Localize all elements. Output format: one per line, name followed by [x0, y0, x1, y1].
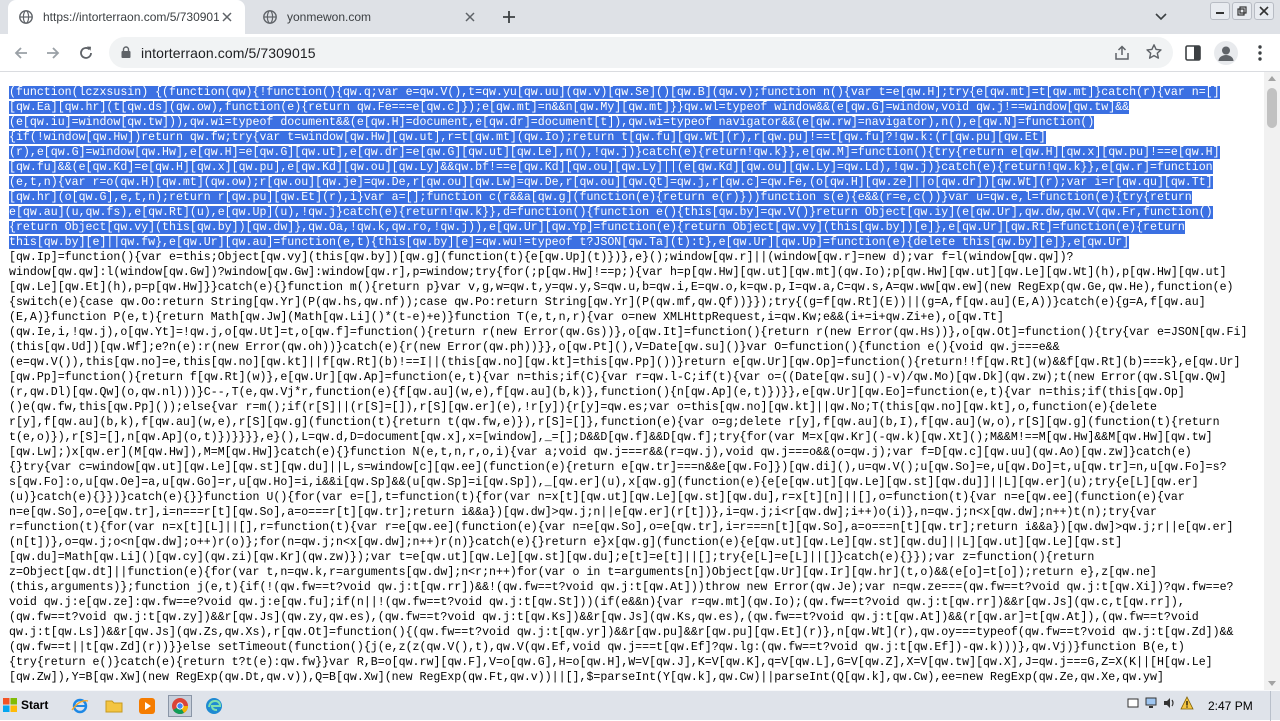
network-icon[interactable] — [1144, 696, 1158, 710]
code-line: window[qw.qw]:l(window[qw.Gw])?window[qw… — [9, 266, 1227, 279]
scrollbar-thumb[interactable] — [1267, 88, 1277, 128]
source-text[interactable]: (function(lczxsusin) {(function(qw){!fun… — [9, 85, 1261, 685]
selected-code-line: [qw.hr](o[qw.G],e,t,n);return r[qw.pu][q… — [9, 191, 1192, 204]
code-line: (this[qw.Ud])[qw.Wf];e?n(e):r(new Error(… — [9, 341, 1060, 354]
code-line: {switch(e){case qw.Oo:return String[qw.Y… — [9, 296, 1206, 309]
code-line: (qw.fw==t||t[qw.Zd](r))}}else setTimeout… — [9, 641, 1185, 654]
action-center-icon[interactable] — [1126, 696, 1140, 710]
globe-icon — [18, 9, 34, 25]
vertical-scrollbar[interactable] — [1264, 72, 1280, 690]
chrome-icon[interactable] — [168, 695, 192, 717]
restore-button[interactable] — [1232, 2, 1252, 20]
code-line: (E,A)}function P(e,t){return Math[qw.Jw]… — [9, 311, 1004, 324]
share-icon[interactable] — [1113, 44, 1131, 62]
url-text[interactable]: intorterraon.com/5/7309015 — [141, 45, 316, 61]
edge-icon[interactable] — [202, 695, 226, 717]
selected-code-line: {if(!window[qw.Hw])return qw.fw;try{var … — [9, 131, 1046, 144]
code-line: (u)}catch(e){}})}catch(e){}}function U()… — [9, 491, 1185, 504]
code-line: (r,qw.Dl)[qw.Qw](o,qw.nl)))}C--,T(e,qw.V… — [9, 386, 1185, 399]
windows-logo-icon — [3, 698, 17, 712]
plus-icon — [503, 11, 515, 23]
lock-icon — [121, 46, 131, 58]
taskbar: Start 2:47 PM — [0, 690, 1280, 721]
code-line: (qw.fw==t?void qw.j:t[qw.zy])&&r[qw.Js](… — [9, 611, 1199, 624]
code-line: [qw.Le][qw.Et](h),p=p[qw.Hw]}}catch(e){}… — [9, 281, 1234, 294]
browser-toolbar: intorterraon.com/5/7309015 — [0, 34, 1280, 72]
code-line: r[y],f[qw.au](b,k),f[qw.au](w,e),r[S][qw… — [9, 416, 1220, 429]
close-window-button[interactable] — [1254, 2, 1274, 20]
forward-button[interactable] — [42, 42, 64, 64]
selected-code-line: e[qw.au](u,qw.fs),e[qw.Rt](u),e[qw.Up](u… — [9, 206, 1213, 219]
tab-title: https://intorterraon.com/5/7309015 — [43, 10, 219, 24]
folder-icon[interactable] — [102, 695, 126, 717]
code-line: (qw.Ie,i,!qw.j),o[qw.Yt]=!qw.j,o[qw.Ut]=… — [9, 326, 1248, 339]
show-desktop-button[interactable] — [1270, 691, 1280, 721]
tab-inactive[interactable]: yonmewon.com — [252, 0, 488, 34]
code-line: {try{return e()}catch(e){return t?t(e):q… — [9, 656, 1213, 669]
minimize-button[interactable] — [1210, 2, 1230, 20]
code-line: [qw.Zw]),Y=B[qw.Xw](new RegExp(qw.Dt,qw.… — [9, 671, 1164, 684]
close-icon[interactable] — [219, 9, 235, 25]
selected-code-line: this[qw.by][e]||qw.fw},e[qw.Ur][qw.au]=f… — [9, 236, 1130, 249]
tab-strip: https://intorterraon.com/5/7309015 yonme… — [0, 0, 1280, 34]
new-tab-button[interactable] — [498, 6, 520, 28]
code-line: [qw.Lw];)x[qw.er](M[qw.Hw]),M=M[qw.Hw]}c… — [9, 446, 1192, 459]
code-line: (n[t])},o=qw.j;o<n[qw.dw];o++)r(o)};for(… — [9, 536, 1123, 549]
code-line: ()e(qw.fw,this[qw.Pp]());else{var r=m();… — [9, 401, 1157, 414]
code-line: void qw.j:e[qw.ze]:qw.fw==e?void qw.j:e[… — [9, 596, 1185, 609]
more-vert-icon[interactable] — [1254, 44, 1266, 62]
system-tray — [1126, 696, 1194, 710]
close-icon[interactable] — [462, 9, 478, 25]
code-line: (e=qw.V()),this[qw.no]=e,this[qw.no][qw.… — [9, 356, 1241, 369]
tab-title: yonmewon.com — [287, 10, 372, 24]
arrow-right-icon — [47, 47, 60, 59]
star-icon[interactable] — [1145, 43, 1163, 61]
start-label: Start — [21, 698, 49, 712]
back-button[interactable] — [10, 42, 32, 64]
selected-code-line: (function(lczxsusin) {(function(qw){!fun… — [9, 86, 1220, 99]
reload-button[interactable] — [75, 42, 97, 64]
code-line: {}try{var c=window[qw.ut][qw.Le][qw.st][… — [9, 461, 1227, 474]
code-line: z=Object[qw.dt]||function(e){for(var t,n… — [9, 566, 1157, 579]
warning-icon[interactable] — [1180, 696, 1194, 710]
arrow-left-icon — [14, 47, 27, 59]
page-content: (function(lczxsusin) {(function(qw){!fun… — [0, 72, 1264, 690]
code-line: n=e[qw.So],o=e[qw.tr],i=n===r[t][qw.So],… — [9, 506, 1157, 519]
chevron-down-icon[interactable] — [1152, 8, 1170, 26]
code-line: t(e,o)}),r[S]=[],n[qw.Ap](o,t)})}}}},e}(… — [9, 431, 1213, 444]
address-bar[interactable]: intorterraon.com/5/7309015 — [109, 37, 1173, 68]
code-line: [qw.du]=Math[qw.Li]()[qw.cy](qw.zi)[qw.K… — [9, 551, 1095, 564]
reload-icon — [80, 46, 92, 59]
window-controls — [1210, 2, 1274, 20]
code-line: (this,arguments)};function j(e,t){if(!(q… — [9, 581, 1234, 594]
selected-code-line: [qw.Ea][qw.hr](t[qw.ds](qw.ow),function(… — [9, 101, 1130, 114]
scroll-up-icon[interactable] — [1268, 76, 1276, 81]
code-line: qw.j:t[qw.Ls])&&r[qw.Js](qw.Zs,qw.Xs),r[… — [9, 626, 1234, 639]
person-icon — [1218, 46, 1234, 61]
profile-avatar[interactable] — [1214, 41, 1238, 65]
selected-code-line: [qw.fu]&&(e[qw.Kd]=e[qw.H][qw.x][qw.pu],… — [9, 161, 1213, 174]
code-line: [qw.Ip]=function(){var e=this;Object[qw.… — [9, 251, 1074, 264]
side-panel-icon[interactable] — [1184, 44, 1202, 62]
selected-code-line: (r),e[qw.G]=window[qw.Hw],e[qw.H]=e[qw.G… — [9, 146, 1220, 159]
selected-code-line: (e,t,n){var r=o(qw.H)[qw.mt](qw.ow);r[qw… — [9, 176, 1213, 189]
volume-icon[interactable] — [1162, 696, 1176, 710]
selected-code-line: (e[qw.iu]=window[qw.tw])),qw.wi=typeof d… — [9, 116, 1095, 129]
media-player-icon[interactable] — [135, 695, 159, 717]
code-line: [qw.Pp]=function(){return f[qw.Rt](w)},e… — [9, 371, 1227, 384]
globe-icon — [262, 9, 278, 25]
taskbar-clock[interactable]: 2:47 PM — [1208, 699, 1253, 713]
tab-active[interactable]: https://intorterraon.com/5/7309015 — [8, 0, 245, 34]
code-line: r=function(t){for(var n=x[t][L]||[],r=fu… — [9, 521, 1234, 534]
start-button[interactable]: Start — [2, 694, 54, 716]
ie-icon[interactable] — [68, 695, 92, 717]
scroll-down-icon[interactable] — [1268, 681, 1276, 686]
code-line: s[qw.Fo]:o,u[qw.Oe]=a,u[qw.Go]=r,u[qw.Ho… — [9, 476, 1199, 489]
selected-code-line: {return Object[qw.vy](this[qw.by])[qw.dw… — [9, 221, 1185, 234]
